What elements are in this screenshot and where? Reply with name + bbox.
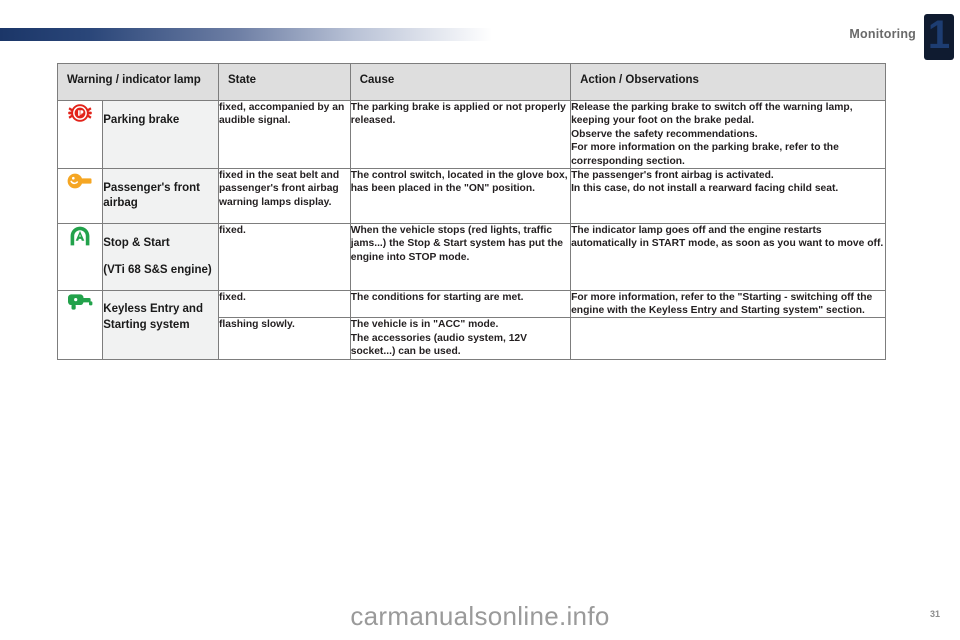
table-row: Passenger's front airbag fixed in the sea…: [56, 168, 886, 225]
lamp-cause-cell: The control switch, located in the glove…: [349, 168, 572, 225]
lamp-icon-cell: [56, 289, 104, 360]
lamp-name-cell: Parking brake: [102, 99, 219, 170]
keyless-entry-icon: [65, 291, 95, 315]
lamp-action-cell: The indicator lamp goes off and the engi…: [570, 223, 886, 291]
lamp-state-cell: fixed.: [217, 289, 351, 319]
lamp-cause-cell: The parking brake is applied or not prop…: [349, 99, 572, 170]
column-header-lamp: Warning / indicator lamp: [57, 63, 219, 101]
lamp-cause-cell: The conditions for starting are met.: [349, 289, 572, 319]
lamp-name-cell: Passenger's front airbag: [102, 168, 219, 225]
lamp-state-cell: fixed.: [217, 223, 351, 291]
table-row: Stop & Start (VTi 68 S&S engine) fixed. Whe…: [56, 223, 886, 291]
warning-lamps-table: Warning / indicator lamp State Cause Act…: [56, 63, 886, 360]
stop-start-icon: [65, 224, 95, 248]
table-header: Warning / indicator lamp State Cause Act…: [57, 63, 886, 101]
lamp-icon-cell: [56, 223, 104, 291]
column-header-state: State: [217, 63, 351, 101]
lamp-icon-cell: [56, 168, 104, 225]
lamp-state-cell: flashing slowly.: [217, 317, 351, 360]
lamp-state-cell: fixed in the seat belt and passenger's f…: [217, 168, 351, 225]
table-row: Keyless Entry and Starting system fixed. T…: [56, 289, 886, 360]
table-body: Parking brake fixed, accompanied by an au…: [56, 99, 886, 360]
lamp-name-cell: Keyless Entry and Starting system: [102, 289, 219, 360]
lamp-action-cell: Release the parking brake to switch off …: [570, 99, 886, 170]
chapter-number-label: 1: [927, 13, 951, 57]
site-watermark: carmanualsonline.info: [350, 601, 610, 631]
chapter-number-tab: 1: [924, 13, 954, 60]
lamp-name-cell: Stop & Start (VTi 68 S&S engine): [102, 223, 219, 291]
lamp-state-cell: fixed, accompanied by an audible signal.: [217, 99, 351, 170]
table-header-row: Warning / indicator lamp State Cause Act…: [57, 63, 886, 101]
table-row: Parking brake fixed, accompanied by an au…: [56, 99, 886, 170]
lamp-action-cell: [570, 317, 886, 360]
passenger-airbag-icon: [65, 169, 95, 193]
lamp-action-cell: For more information, refer to the "Star…: [570, 289, 886, 319]
column-header-action: Action / Observations: [570, 63, 886, 101]
parking-brake-icon: [65, 101, 95, 125]
lamp-action-cell: The passenger's front airbag is activate…: [570, 168, 886, 225]
column-header-cause: Cause: [349, 63, 572, 101]
chapter-title: Monitoring: [849, 27, 916, 41]
lamp-icon-cell: [56, 99, 104, 170]
lamp-cause-cell: When the vehicle stops (red lights, traf…: [349, 223, 572, 291]
page-number: 31: [929, 609, 940, 619]
lamp-cause-cell: The vehicle is in "ACC" mode. The accesso…: [349, 317, 572, 360]
header-gradient-bar: [0, 28, 492, 41]
